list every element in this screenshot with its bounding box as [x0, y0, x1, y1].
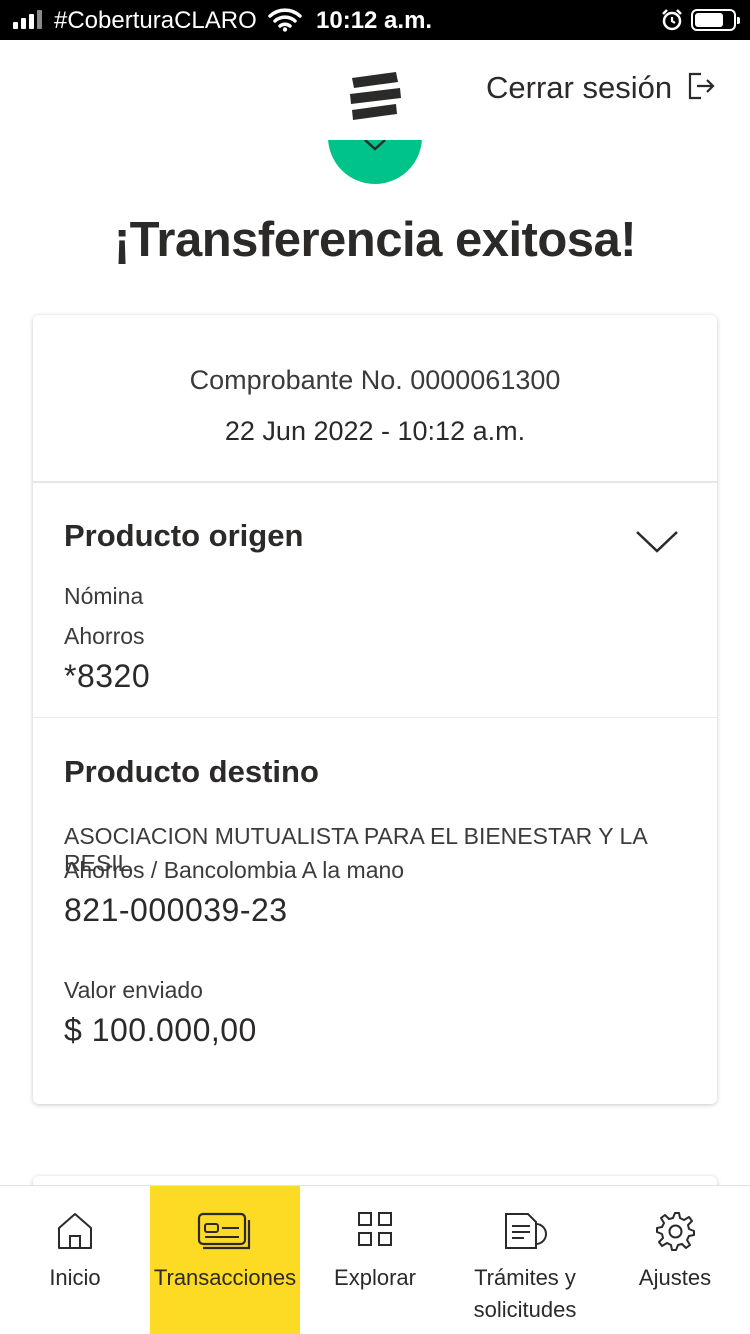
nav-item-transacciones[interactable]: Transacciones — [150, 1186, 300, 1334]
section-divider — [33, 717, 717, 718]
nav-label: Transacciones — [153, 1265, 297, 1290]
amount-value: $ 100.000,00 — [64, 1012, 257, 1048]
receipt-header: Comprobante No. 0000061300 22 Jun 2022 -… — [33, 315, 717, 483]
nav-label: Ajustes — [638, 1265, 712, 1290]
signal-icon — [13, 10, 42, 29]
carrier-name: #CoberturaCLARO — [54, 7, 257, 34]
destination-account-number: 821-000039-23 — [64, 892, 288, 928]
destination-account-type: Ahorros / Bancolombia A la mano — [64, 857, 405, 883]
receipt-date: 22 Jun 2022 - 10:12 a.m. — [224, 416, 526, 446]
logout-label: Cerrar sesión — [486, 70, 673, 105]
nav-item-explorar[interactable]: Explorar — [300, 1186, 450, 1334]
transfer-summary-card: Comprobante No. 0000061300 22 Jun 2022 -… — [33, 315, 717, 1104]
nav-item-ajustes[interactable]: Ajustes — [600, 1186, 750, 1334]
page-title: ¡Transferencia exitosa! — [113, 213, 637, 267]
status-bar: #CoberturaCLARO 10:12 a.m. — [0, 0, 750, 40]
grid-icon — [300, 1210, 450, 1248]
gear-icon — [600, 1210, 750, 1252]
battery-icon — [691, 9, 740, 31]
documents-icon — [450, 1210, 600, 1252]
receipt-number: Comprobante No. 0000061300 — [189, 365, 561, 395]
chevron-down-icon — [364, 140, 386, 151]
origin-account-number: *8320 — [64, 658, 151, 694]
amount-label: Valor enviado — [64, 977, 203, 1003]
bancolombia-logo — [348, 70, 402, 127]
expand-origin-chevron-icon[interactable] — [635, 529, 679, 560]
cards-icon — [150, 1210, 300, 1250]
origin-account-type: Ahorros — [64, 623, 145, 649]
nav-item-inicio[interactable]: Inicio — [0, 1186, 150, 1334]
nav-item-tramites[interactable]: Trámites y solicitudes — [450, 1186, 600, 1334]
nav-label: Explorar — [334, 1265, 416, 1290]
status-time: 10:12 a.m. — [316, 7, 433, 34]
alarm-icon — [660, 8, 684, 37]
nav-label: Trámites y solicitudes — [473, 1265, 577, 1322]
destination-heading: Producto destino — [64, 754, 319, 789]
nav-label: Inicio — [49, 1265, 101, 1290]
home-icon — [0, 1210, 150, 1250]
logout-button[interactable]: Cerrar sesión — [486, 70, 716, 106]
wifi-icon — [268, 8, 302, 37]
origin-heading: Producto origen — [64, 518, 304, 553]
logout-icon — [686, 71, 716, 106]
origin-product-type: Nómina — [64, 583, 144, 609]
bottom-navigation: Inicio Transacciones Explorar Trámites y… — [0, 1185, 750, 1334]
